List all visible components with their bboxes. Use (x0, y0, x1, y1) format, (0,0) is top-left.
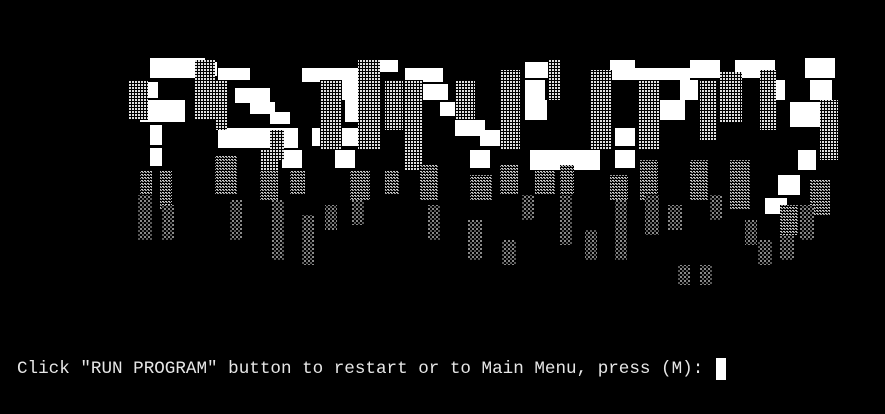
banner-light-block (195, 60, 215, 120)
banner-solid-block (270, 112, 290, 124)
banner-solid-block (420, 84, 448, 100)
banner-solid-block (690, 60, 720, 78)
banner-dark-block (560, 195, 572, 245)
banner-light-block (638, 80, 660, 150)
banner-dark-block (780, 235, 794, 260)
banner-solid-block (615, 128, 635, 146)
banner-light-block (455, 80, 475, 120)
banner-solid-block (798, 150, 816, 170)
banner-solid-block (525, 62, 550, 78)
banner-solid-block (610, 60, 635, 80)
banner-dark-block (678, 265, 690, 285)
banner-medium-block (610, 175, 628, 200)
banner-solid-block (150, 148, 162, 166)
banner-medium-block (215, 155, 237, 195)
banner-dark-block (745, 220, 757, 245)
banner-light-block (760, 70, 776, 130)
banner-medium-block (260, 170, 278, 200)
banner-light-block (385, 80, 403, 130)
banner-light-block (500, 70, 520, 150)
banner-dark-block (428, 205, 440, 240)
banner-medium-block (640, 160, 658, 200)
banner-dark-block (522, 195, 534, 220)
prompt-text: Click "RUN PROGRAM" button to restart or… (17, 359, 714, 379)
banner-light-block (320, 80, 342, 150)
banner-light-block (215, 80, 227, 130)
banner-dark-block (758, 240, 772, 265)
banner-solid-block (615, 150, 635, 168)
banner-solid-block (282, 150, 302, 168)
banner-solid-block (810, 80, 832, 100)
banner-dark-block (302, 215, 314, 265)
banner-solid-block (525, 100, 547, 120)
banner-solid-block (635, 68, 690, 80)
input-prompt-line: Click "RUN PROGRAM" button to restart or… (17, 357, 726, 381)
banner-dark-shade (138, 195, 814, 285)
banner-solid-block (302, 68, 367, 82)
banner-solid-block (585, 150, 600, 170)
banner-dark-block (138, 195, 152, 240)
banner-dark-block (502, 240, 516, 265)
banner-medium-block (160, 170, 172, 210)
banner-solid-block (790, 102, 825, 127)
banner-solid-block (530, 150, 585, 170)
banner-light-block (548, 60, 560, 100)
banner-medium-block (385, 170, 399, 195)
banner-medium-block (535, 170, 555, 195)
banner-dark-block (162, 205, 174, 240)
banner-solid-block (480, 130, 502, 146)
banner-dark-block (800, 205, 814, 240)
banner-dark-block (272, 200, 284, 260)
banner-solid-block (405, 68, 443, 82)
banner-dark-block (585, 230, 597, 260)
banner-light-block (128, 80, 148, 120)
banner-dark-block (325, 205, 337, 230)
banner-medium-block (500, 165, 518, 195)
banner-medium-block (560, 165, 574, 195)
banner-solid-block (680, 80, 698, 100)
banner-medium-block (290, 170, 305, 195)
banner-light-block (700, 80, 716, 140)
banner-dark-block (230, 200, 242, 240)
banner-light-block (590, 70, 612, 150)
console-terminal: Click "RUN PROGRAM" button to restart or… (0, 0, 885, 414)
banner-solid-block (218, 128, 298, 148)
banner-solid-block (805, 58, 835, 78)
banner-solid-block (218, 68, 250, 80)
banner-solid-block (235, 88, 270, 103)
text-cursor[interactable] (715, 358, 726, 380)
banner-solid-block (525, 80, 545, 102)
banner-medium-block (470, 175, 492, 200)
banner-dark-block (352, 200, 364, 225)
banner-medium-block (730, 160, 750, 210)
banner-light-block (358, 60, 380, 150)
banner-dark-block (645, 195, 659, 235)
banner-solid-block (335, 150, 355, 168)
banner-medium-block (420, 165, 438, 200)
banner-light-block (260, 150, 278, 170)
banner-dark-block (710, 195, 722, 220)
banner-medium-block (690, 160, 708, 200)
banner-solid-block (470, 150, 490, 168)
banner-solid-block (150, 125, 162, 145)
banner-medium-block (780, 205, 798, 235)
banner-light-block (720, 72, 742, 122)
banner-light-block (405, 80, 423, 170)
banner-medium-block (350, 170, 370, 200)
banner-dark-block (468, 220, 482, 260)
ascii-art-banner (128, 58, 838, 285)
banner-dark-block (615, 200, 627, 260)
banner-solid-block (660, 100, 685, 120)
banner-solid-block (778, 175, 800, 195)
banner-dark-block (668, 205, 682, 230)
banner-dark-block (700, 265, 712, 285)
banner-light-block (820, 100, 838, 160)
